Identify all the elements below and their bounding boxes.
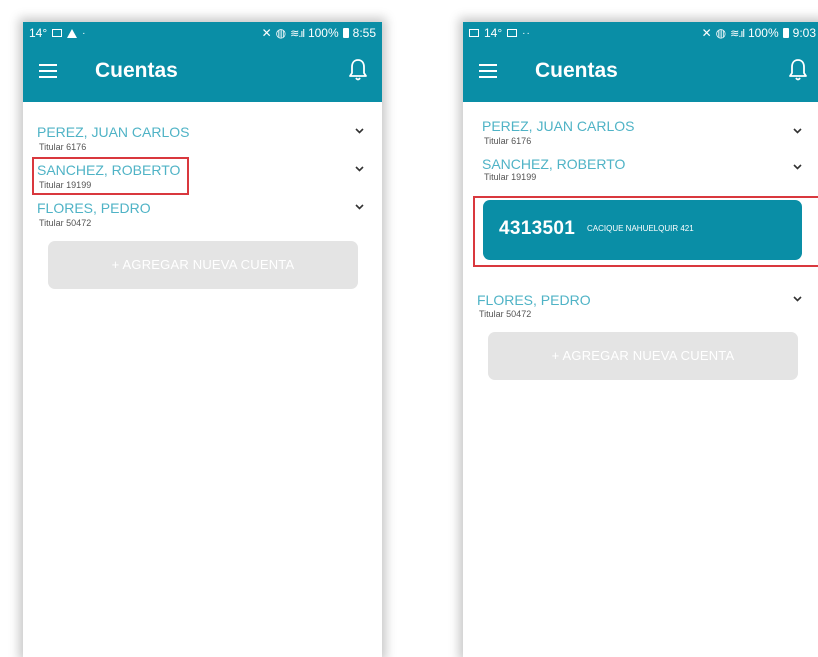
app-bar: Cuentas: [463, 44, 818, 102]
screen-icon: [52, 29, 63, 37]
chevron-down-icon[interactable]: [793, 164, 802, 170]
account-address: CACIQUE NAHUELQUIR 421: [587, 224, 694, 233]
account-number: 4313501: [499, 218, 576, 239]
bell-icon[interactable]: [348, 58, 368, 82]
chevron-down-icon[interactable]: [355, 128, 364, 134]
dot-icon: ·: [82, 27, 87, 39]
list-item[interactable]: SANCHEZ, ROBERTO Titular 19199: [482, 156, 802, 186]
status-bar: 14° ·· ✕ ◍ ≋.ıl 100% 9:03: [463, 22, 818, 44]
menu-icon[interactable]: [479, 64, 497, 78]
chevron-down-icon[interactable]: [793, 296, 802, 302]
account-subtitle: Titular 6176: [484, 136, 532, 146]
alarm-icon: ◍: [275, 26, 287, 40]
account-name: FLORES, PEDRO: [37, 200, 151, 216]
battery-percent: 100%: [307, 26, 339, 40]
phone-screen-right: 14° ·· ✕ ◍ ≋.ıl 100% 9:03 Cuentas PEREZ,…: [463, 22, 818, 657]
chevron-down-icon[interactable]: [355, 204, 364, 210]
clock: 8:55: [352, 26, 376, 40]
highlight-box: [32, 157, 189, 195]
signal-icon: ≋.ıl: [290, 27, 305, 40]
battery-icon: [782, 28, 789, 38]
account-name: SANCHEZ, ROBERTO: [482, 156, 626, 172]
warning-icon: [67, 28, 78, 38]
list-item[interactable]: PEREZ, JUAN CARLOS Titular 6176: [482, 118, 802, 148]
add-account-button[interactable]: + AGREGAR NUEVA CUENTA: [48, 241, 358, 289]
clock: 9:03: [792, 26, 816, 40]
app-bar: Cuentas: [23, 44, 382, 102]
account-name: FLORES, PEDRO: [477, 292, 591, 308]
account-subtitle: Titular 50472: [479, 309, 532, 319]
temperature: 14°: [29, 26, 48, 40]
battery-percent: 100%: [747, 26, 779, 40]
page-title: Cuentas: [535, 59, 618, 82]
list-item[interactable]: PEREZ, JUAN CARLOS Titular 6176: [37, 124, 364, 154]
account-name: PEREZ, JUAN CARLOS: [482, 118, 635, 134]
mute-icon: ✕: [701, 26, 712, 40]
phone-screen-left: 14° · ✕ ◍ ≋.ıl 100% 8:55 Cuentas PEREZ, …: [23, 22, 382, 657]
image-icon: [469, 29, 479, 37]
chevron-down-icon[interactable]: [793, 128, 802, 134]
account-name: PEREZ, JUAN CARLOS: [37, 124, 190, 140]
status-bar: 14° · ✕ ◍ ≋.ıl 100% 8:55: [23, 22, 382, 44]
temperature: 14°: [484, 26, 503, 40]
chevron-down-icon[interactable]: [355, 166, 364, 172]
battery-icon: [342, 28, 349, 38]
signal-icon: ≋.ıl: [730, 27, 745, 40]
account-subtitle: Titular 19199: [484, 172, 537, 182]
page-title: Cuentas: [95, 59, 178, 82]
bell-icon[interactable]: [788, 58, 808, 82]
alarm-icon: ◍: [715, 26, 727, 40]
account-card[interactable]: 4313501 CACIQUE NAHUELQUIR 421: [483, 200, 802, 260]
accounts-list: PEREZ, JUAN CARLOS Titular 6176 SANCHEZ,…: [463, 102, 818, 657]
account-subtitle: Titular 6176: [39, 142, 87, 152]
list-item[interactable]: FLORES, PEDRO Titular 50472: [37, 200, 364, 230]
screen-icon: [507, 29, 518, 37]
add-account-button[interactable]: + AGREGAR NUEVA CUENTA: [488, 332, 798, 380]
dot-icon: ··: [522, 27, 531, 39]
accounts-list: PEREZ, JUAN CARLOS Titular 6176 SANCHEZ,…: [23, 102, 382, 657]
menu-icon[interactable]: [39, 64, 57, 78]
list-item[interactable]: FLORES, PEDRO Titular 50472: [477, 292, 802, 322]
mute-icon: ✕: [261, 26, 272, 40]
account-subtitle: Titular 50472: [39, 218, 92, 228]
